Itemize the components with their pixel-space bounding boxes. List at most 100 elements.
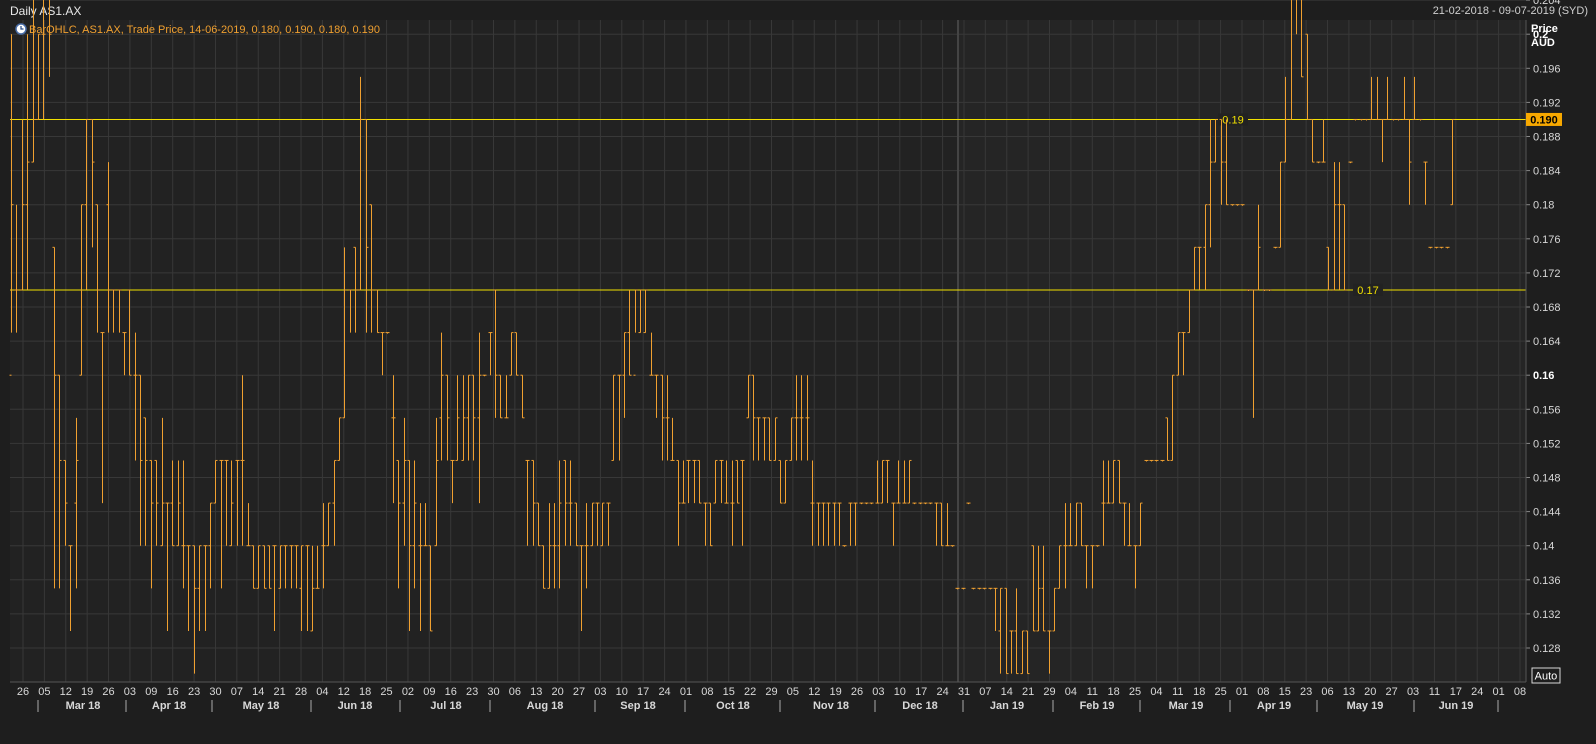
x-month-label: Sep 18	[620, 700, 655, 712]
y-tick-label: 0.18	[1533, 200, 1554, 212]
x-tick-label: 18	[1193, 686, 1205, 698]
x-tick-label: 03	[1407, 686, 1419, 698]
x-tick-label: 03	[124, 686, 136, 698]
x-month-label: Oct 18	[716, 700, 750, 712]
x-tick-label: 14	[1001, 686, 1013, 698]
x-tick-label: 28	[295, 686, 307, 698]
x-tick-label: 23	[1300, 686, 1312, 698]
x-tick-label: 31	[958, 686, 970, 698]
x-tick-label: 15	[723, 686, 735, 698]
x-tick-label: 11	[1429, 686, 1440, 698]
x-tick-label: 04	[1150, 686, 1162, 698]
x-tick-label: 09	[423, 686, 435, 698]
x-tick-label: 27	[1386, 686, 1398, 698]
x-tick-label: 25	[1214, 686, 1226, 698]
y-tick-label: 0.14	[1533, 541, 1554, 553]
y-tick-label: 0.172	[1533, 268, 1561, 280]
y-tick-label: 0.168	[1533, 302, 1561, 314]
auto-scale-button[interactable]: Auto	[1531, 667, 1561, 684]
y-tick-label: 0.136	[1533, 575, 1561, 587]
x-month-label: Jul 18	[430, 700, 461, 712]
x-tick-label: 08	[1514, 686, 1526, 698]
x-tick-label: 19	[81, 686, 93, 698]
x-month-label: May 18	[243, 700, 280, 712]
legend-text: BarOHLC, AS1.AX, Trade Price, 14-06-2019…	[29, 24, 380, 36]
x-month-label: Mar 19	[1169, 700, 1204, 712]
y-tick-label: 0.192	[1533, 97, 1561, 109]
y-tick-label: 0.176	[1533, 234, 1561, 246]
last-price-value: 0.190	[1530, 114, 1558, 126]
x-tick-label: 06	[509, 686, 521, 698]
axis-title-currency: AUD	[1531, 37, 1555, 49]
x-tick-label: 29	[765, 686, 777, 698]
y-tick-label: 0.184	[1533, 166, 1561, 178]
x-tick-label: 22	[744, 686, 756, 698]
x-tick-label: 23	[188, 686, 200, 698]
chart-window: Daily AS1.AX 21-02-2018 - 09-07-2019 (SY…	[0, 0, 1596, 744]
x-tick-label: 29	[1043, 686, 1055, 698]
x-tick-label: 20	[552, 686, 564, 698]
x-tick-label: 25	[1129, 686, 1141, 698]
x-month-label: Jun 18	[338, 700, 373, 712]
x-tick-label: 23	[466, 686, 478, 698]
x-tick-label: 24	[1471, 686, 1483, 698]
x-tick-label: 19	[830, 686, 842, 698]
y-tick-label: 0.132	[1533, 609, 1561, 621]
x-tick-label: 15	[1279, 686, 1291, 698]
x-tick-label: 04	[316, 686, 328, 698]
x-tick-label: 01	[680, 686, 692, 698]
y-tick-label: 0.16	[1533, 370, 1554, 382]
x-tick-label: 17	[1450, 686, 1462, 698]
x-tick-label: 30	[487, 686, 499, 698]
x-tick-label: 20	[1364, 686, 1376, 698]
x-tick-label: 25	[380, 686, 392, 698]
x-tick-label: 04	[1065, 686, 1077, 698]
price-axis[interactable]: 0.128 0.132 0.136 0.14 0.144 0.148 0.152 0.156 0…	[1525, 0, 1561, 682]
y-tick-label: 0.196	[1533, 63, 1561, 75]
x-tick-label: 01	[1236, 686, 1248, 698]
y-tick-label: 0.188	[1533, 132, 1561, 144]
y-tick-label: 0.204	[1533, 0, 1561, 7]
legend[interactable]: BarOHLC, AS1.AX, Trade Price, 14-06-2019…	[15, 23, 380, 36]
auto-button-label: Auto	[1535, 671, 1558, 683]
x-tick-label: 06	[1321, 686, 1333, 698]
y-tick-label: 0.128	[1533, 643, 1561, 655]
x-tick-label: 12	[338, 686, 350, 698]
x-tick-label: 10	[616, 686, 628, 698]
x-tick-label: 26	[17, 686, 29, 698]
x-tick-label: 30	[209, 686, 221, 698]
x-month-label: Jan 19	[990, 700, 1024, 712]
x-tick-label: 02	[402, 686, 414, 698]
x-tick-label: 18	[1108, 686, 1120, 698]
x-month-label: May 19	[1347, 700, 1384, 712]
x-month-label: Feb 19	[1080, 700, 1115, 712]
time-axis[interactable]: 26 05 12 19 26 03 09 16 23 30 07 14 21 28 04 12 18 25 02 09…	[10, 681, 1526, 712]
x-tick-label: 10	[894, 686, 906, 698]
x-tick-label: 05	[38, 686, 50, 698]
x-tick-label: 27	[573, 686, 585, 698]
x-tick-label: 03	[594, 686, 606, 698]
x-month-label: Mar 18	[66, 700, 101, 712]
axis-title-price: Price	[1531, 23, 1558, 35]
x-month-label: Aug 18	[527, 700, 564, 712]
x-tick-label: 01	[1492, 686, 1504, 698]
x-tick-label: 11	[1172, 686, 1183, 698]
x-tick-label: 16	[167, 686, 179, 698]
grid-lines	[10, 0, 1526, 682]
x-tick-label: 03	[872, 686, 884, 698]
x-tick-label: 16	[445, 686, 457, 698]
x-tick-label: 17	[915, 686, 927, 698]
level-label: 0.17	[1357, 285, 1378, 297]
y-tick-label: 0.152	[1533, 438, 1561, 450]
x-tick-label: 14	[252, 686, 264, 698]
x-tick-label: 12	[60, 686, 72, 698]
x-tick-label: 24	[936, 686, 948, 698]
x-month-label: Apr 19	[1257, 700, 1291, 712]
y-tick-label: 0.148	[1533, 473, 1561, 485]
x-tick-label: 24	[658, 686, 670, 698]
x-tick-label: 11	[1087, 686, 1098, 698]
x-tick-label: 13	[1343, 686, 1355, 698]
y-tick-label: 0.156	[1533, 404, 1561, 416]
x-tick-label: 07	[231, 686, 243, 698]
x-tick-label: 08	[701, 686, 713, 698]
